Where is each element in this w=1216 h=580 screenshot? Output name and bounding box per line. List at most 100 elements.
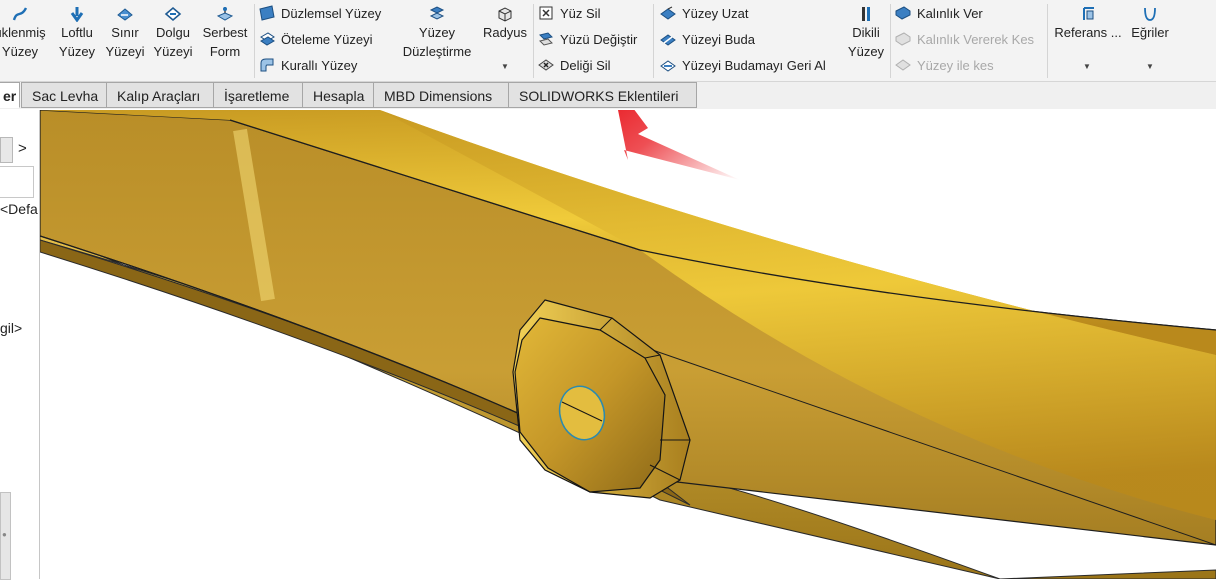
graphics-area[interactable]	[40, 110, 1216, 579]
button-label: Kurallı Yüzey	[281, 58, 358, 73]
ribbon-separator	[533, 4, 534, 78]
button-label: Dolgu	[156, 25, 190, 40]
button-label: Düzlemsel Yüzey	[281, 6, 382, 21]
filled-surface-button[interactable]: Dolgu Yüzeyi	[150, 6, 196, 61]
offset-surface-button[interactable]: Öteleme Yüzeyi	[259, 29, 373, 51]
extend-surface-icon	[660, 6, 676, 20]
freeform-icon	[216, 7, 234, 21]
panel-tab[interactable]	[0, 137, 13, 163]
curves-button[interactable]: Eğriler	[1124, 6, 1176, 42]
configuration-label[interactable]: <Defa	[0, 201, 38, 217]
fillet-dropdown-icon[interactable]: ▼	[501, 62, 509, 71]
flatten-surface-button[interactable]: Yüzey Düzleştirme	[396, 6, 478, 61]
button-label: Yüzeyi Budamayı Geri Al	[682, 58, 826, 73]
flatten-surface-icon	[429, 6, 445, 20]
trim-surface-icon	[660, 34, 676, 46]
annotation-arrow	[618, 110, 740, 180]
thickened-cut-button[interactable]: Kalınlık Vererek Kes	[895, 29, 1034, 51]
button-label: Yüzey	[847, 44, 885, 59]
panel-next-arrow[interactable]: >	[18, 140, 27, 157]
untrim-surface-button[interactable]: Yüzeyi Budamayı Geri Al	[660, 55, 826, 77]
thickened-cut-icon	[895, 32, 911, 46]
ribbon-separator	[653, 4, 654, 78]
feature-manager-panel: > <Defa gil> ●	[0, 110, 40, 580]
reference-geometry-button[interactable]: Referans ...	[1050, 6, 1126, 42]
extend-surface-button[interactable]: Yüzey Uzat	[660, 3, 748, 25]
fillet-icon	[498, 7, 512, 22]
swept-surface-icon	[12, 7, 28, 21]
button-label: Dikili	[852, 25, 880, 40]
cut-with-surface-button[interactable]: Yüzey ile kes	[895, 55, 994, 77]
button-label: Radyus	[482, 25, 528, 40]
button-label: Yüzey Uzat	[682, 6, 749, 21]
tab-sheet-metal[interactable]: Sac Levha	[21, 82, 107, 108]
replace-face-button[interactable]: Yüzü Değiştir	[538, 29, 637, 51]
ruled-surface-button[interactable]: Kurallı Yüzey	[259, 55, 357, 77]
button-label: Kalınlık Vererek Kes	[917, 32, 1035, 47]
cut-with-surface-icon	[895, 59, 911, 71]
button-label: Yüzey ile kes	[917, 58, 994, 73]
untrim-surface-icon	[660, 60, 676, 72]
tab-evaluate[interactable]: Hesapla	[302, 82, 374, 108]
button-label: Yüzey	[58, 44, 96, 59]
button-label: Sınır	[111, 25, 139, 40]
swept-surface-button[interactable]: üklenmiş Yüzey	[0, 6, 48, 61]
planar-surface-icon	[259, 5, 275, 21]
boundary-surface-icon	[117, 8, 133, 21]
button-label: Yüzey	[418, 25, 456, 40]
command-manager-ribbon: üklenmiş Yüzey Loftlu Yüzey Sınır Yüzeyi…	[0, 0, 1216, 82]
filled-surface-icon	[164, 6, 182, 22]
ribbon-separator	[254, 4, 255, 78]
planar-surface-button[interactable]: Düzlemsel Yüzey	[259, 3, 381, 25]
ruled-surface-icon	[260, 58, 274, 72]
curves-dropdown-icon[interactable]: ▼	[1146, 62, 1154, 71]
tab-solidworks-addins[interactable]: SOLIDWORKS Eklentileri	[508, 82, 697, 108]
trim-surface-button[interactable]: Yüzeyi Buda	[660, 29, 755, 51]
tab-surfaces[interactable]: er	[0, 82, 20, 108]
offset-surface-icon	[260, 32, 275, 46]
button-label: Yüzü Değiştir	[560, 32, 638, 47]
boundary-surface-button[interactable]: Sınır Yüzeyi	[102, 6, 148, 61]
tab-markup[interactable]: İşaretleme	[213, 82, 303, 108]
ruled-surface-large-button[interactable]: Dikili Yüzey	[842, 6, 890, 61]
ruled-surface-large-icon	[862, 7, 870, 21]
button-label: Deliği Sil	[560, 58, 611, 73]
delete-face-button[interactable]: Yüz Sil	[538, 3, 600, 25]
button-label: Öteleme Yüzeyi	[281, 32, 373, 47]
button-label: Yüzeyi	[153, 44, 193, 59]
button-label: Yüz Sil	[560, 6, 601, 21]
button-label: Yüzey	[1, 44, 39, 59]
tab-mold-tools[interactable]: Kalıp Araçları	[106, 82, 214, 108]
ribbon-separator	[890, 4, 891, 78]
button-label: üklenmiş	[0, 25, 46, 40]
lofted-surface-icon	[70, 7, 84, 22]
button-label: Serbest	[202, 25, 248, 40]
tab-mbd-dimensions[interactable]: MBD Dimensions	[373, 82, 509, 108]
splitter-grip-icon: ●	[2, 530, 7, 539]
button-label: Referans ...	[1054, 25, 1122, 40]
button-label: Eğriler	[1131, 25, 1169, 40]
panel-splitter[interactable]: ●	[0, 492, 11, 580]
ribbon-separator	[1047, 4, 1048, 78]
delete-face-icon	[539, 6, 553, 20]
replace-face-icon	[539, 32, 553, 46]
button-label: Yüzeyi Buda	[682, 32, 755, 47]
lofted-surface-button[interactable]: Loftlu Yüzey	[54, 6, 100, 61]
button-label: Loftlu	[61, 25, 93, 40]
button-label: Kalınlık Ver	[917, 6, 983, 21]
thicken-button[interactable]: Kalınlık Ver	[895, 3, 983, 25]
button-label: Form	[209, 44, 241, 59]
delete-hole-icon	[538, 59, 554, 71]
reference-geometry-icon	[1083, 7, 1094, 20]
button-label: Yüzeyi	[105, 44, 145, 59]
curves-icon	[1144, 7, 1156, 21]
panel-filter-box[interactable]	[0, 166, 34, 198]
model-view[interactable]	[40, 110, 1216, 579]
reference-dropdown-icon[interactable]: ▼	[1083, 62, 1091, 71]
fillet-button[interactable]: Radyus	[480, 6, 530, 42]
freeform-button[interactable]: Serbest Form	[199, 6, 251, 61]
delete-hole-button[interactable]: Deliği Sil	[538, 55, 611, 77]
button-label: Düzleştirme	[402, 44, 472, 59]
feature-tree-item[interactable]: gil>	[0, 320, 22, 336]
thicken-icon	[895, 6, 911, 20]
